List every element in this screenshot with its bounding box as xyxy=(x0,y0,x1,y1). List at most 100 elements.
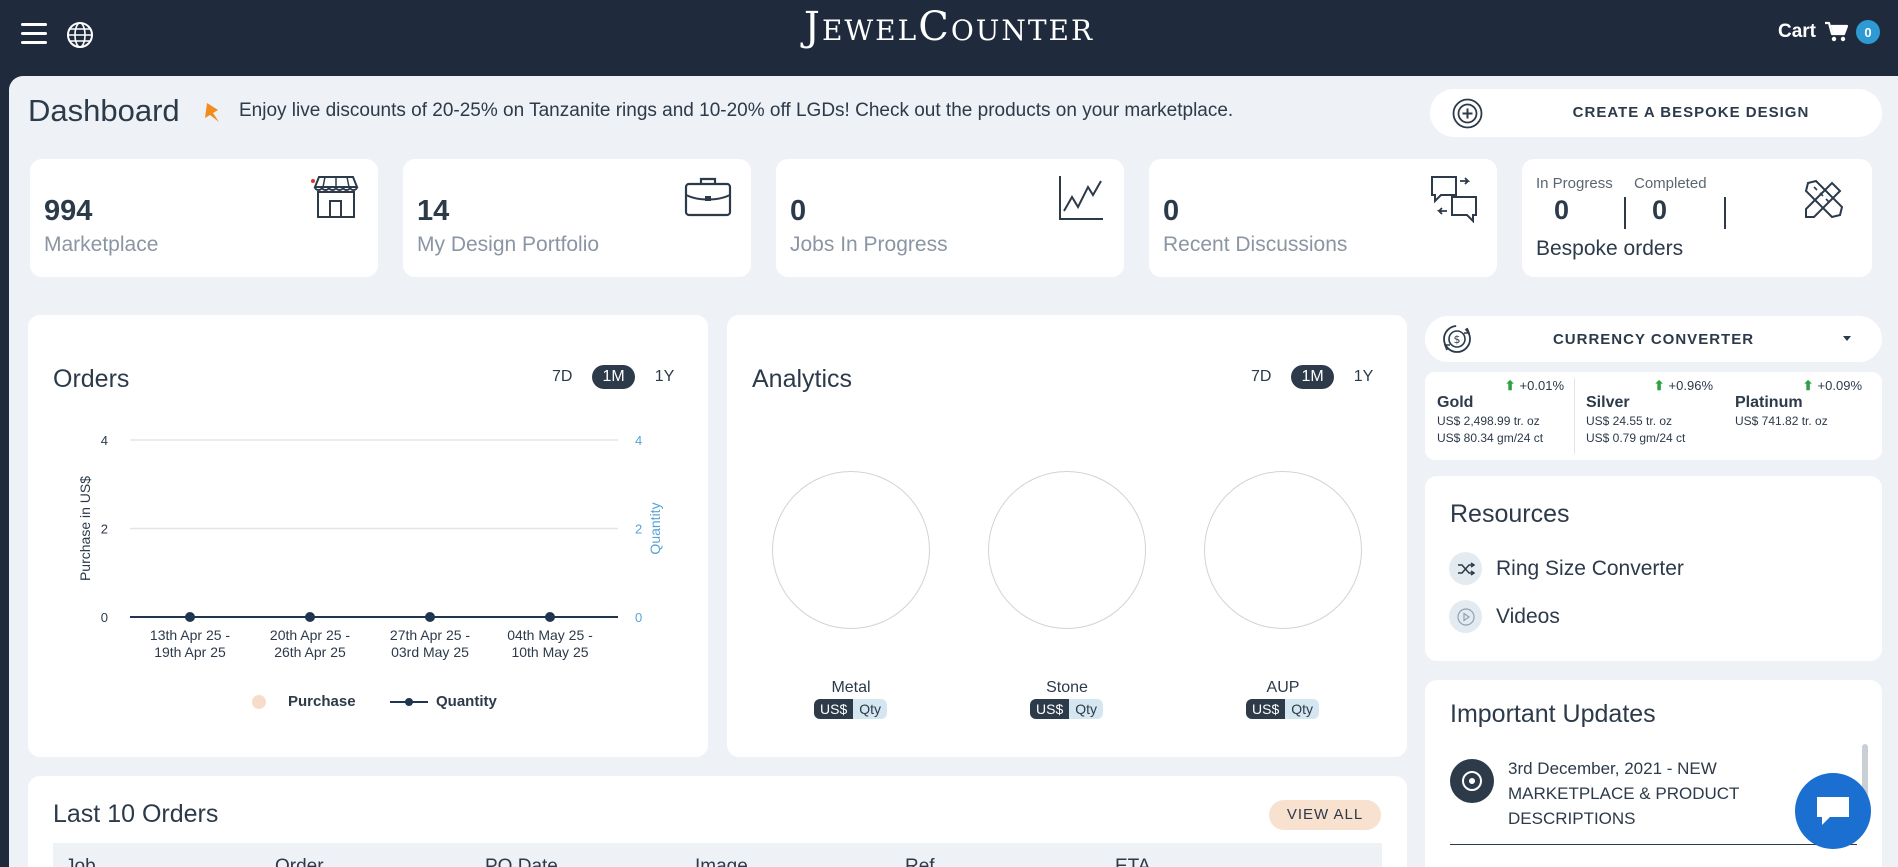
create-bespoke-design-button[interactable]: CREATE A BESPOKE DESIGN xyxy=(1430,89,1882,137)
page-title: Dashboard xyxy=(28,93,180,128)
silver-price-oz: US$ 24.55 tr. oz xyxy=(1586,414,1673,428)
legend-purchase-swatch xyxy=(252,694,266,709)
silver-change: ⬆ +0.96% xyxy=(1654,378,1713,394)
metal-label: Metal xyxy=(831,679,871,696)
store-icon xyxy=(311,176,359,218)
silver-price-gm: US$ 0.79 gm/24 ct xyxy=(1586,431,1686,445)
chevron-down-icon xyxy=(1843,336,1851,341)
cart-icon xyxy=(1825,21,1848,42)
aup-label: AUP xyxy=(1266,679,1300,696)
cart-button[interactable]: Cart 0 xyxy=(1778,20,1880,44)
y2-axis-title: Quantity xyxy=(647,502,663,554)
update-text: 3rd December, 2021 - NEW MARKETPLACE & P… xyxy=(1508,759,1740,828)
marketplace-label: Marketplace xyxy=(44,233,159,256)
promo-banner: Enjoy live discounts of 20-25% on Tanzan… xyxy=(239,100,1234,121)
usd-option[interactable]: US$ xyxy=(1030,699,1070,719)
stat-card-recent-discussions[interactable]: 0 Recent Discussions xyxy=(1149,159,1497,277)
last-orders-title: Last 10 Orders xyxy=(53,800,219,828)
logo[interactable]: JewelCounter xyxy=(0,4,1898,50)
stat-card-bespoke-orders[interactable]: In Progress Completed 0 0 Bespoke orders xyxy=(1522,159,1872,277)
shuffle-icon xyxy=(1449,552,1482,585)
gold-price-oz: US$ 2,498.99 tr. oz xyxy=(1437,414,1540,428)
metal-price-platinum: ⬆ +0.09% Platinum US$ 741.82 tr. oz xyxy=(1723,372,1872,460)
x-tick-label: 19th Apr 25 xyxy=(154,644,226,660)
range-1y[interactable]: 1Y xyxy=(1344,365,1384,389)
bespoke-completed-count: 0 xyxy=(1652,195,1668,225)
stat-card-jobs-in-progress[interactable]: 0 Jobs In Progress xyxy=(776,159,1124,277)
marketplace-count: 994 xyxy=(44,195,93,227)
completed-label: Completed xyxy=(1634,175,1707,192)
target-icon xyxy=(1450,759,1494,803)
stone-donut-chart xyxy=(988,471,1146,629)
divider xyxy=(1724,197,1726,229)
legend-quantity-label: Quantity xyxy=(436,693,497,710)
metal-price-gold: ⬆ +0.01% Gold US$ 2,498.99 tr. oz US$ 80.… xyxy=(1425,372,1574,460)
legend-purchase[interactable]: Purchase xyxy=(252,693,356,710)
column-header[interactable]: ETA xyxy=(1103,843,1313,867)
column-header[interactable]: PO Date xyxy=(473,843,683,867)
x-tick-label: 26th Apr 25 xyxy=(274,644,346,660)
analytics-range-selector: 7D 1M 1Y xyxy=(1241,365,1383,389)
column-header[interactable]: Image xyxy=(683,843,893,867)
divider xyxy=(1624,197,1626,229)
chat-icon xyxy=(1817,797,1849,825)
usd-option[interactable]: US$ xyxy=(814,699,854,719)
cart-count-badge: 0 xyxy=(1856,20,1880,44)
range-7d[interactable]: 7D xyxy=(1241,365,1281,389)
gold-change: ⬆ +0.01% xyxy=(1505,378,1564,394)
update-item[interactable]: 3rd December, 2021 - NEW MARKETPLACE & P… xyxy=(1450,756,1830,831)
currency-exchange-icon: $ xyxy=(1443,325,1471,353)
main-content: Dashboard Enjoy live discounts of 20-25%… xyxy=(9,76,1898,867)
videos-link[interactable]: Videos xyxy=(1449,600,1560,633)
stat-card-design-portfolio[interactable]: 14 My Design Portfolio xyxy=(403,159,751,277)
ring-size-converter-link[interactable]: Ring Size Converter xyxy=(1449,552,1684,585)
platinum-price-oz: US$ 741.82 tr. oz xyxy=(1735,414,1828,428)
column-header[interactable]: Ref xyxy=(893,843,1103,867)
arrow-up-icon: ⬆ xyxy=(1653,378,1665,393)
currency-converter-label: CURRENCY CONVERTER xyxy=(1552,331,1755,348)
legend-purchase-label: Purchase xyxy=(288,693,356,710)
important-updates-title: Important Updates xyxy=(1450,700,1656,728)
resources-card: Resources Ring Size Converter Videos xyxy=(1425,476,1882,661)
qty-option[interactable]: Qty xyxy=(1285,699,1320,719)
metal-prices-panel: ⬆ +0.01% Gold US$ 2,498.99 tr. oz US$ 80.… xyxy=(1425,372,1882,460)
platinum-change-value: +0.09% xyxy=(1817,378,1862,393)
quantity-point xyxy=(425,612,435,622)
recent-discussions-label: Recent Discussions xyxy=(1163,233,1348,256)
y-tick-label: 2 xyxy=(101,522,108,537)
column-header[interactable]: Job xyxy=(53,843,263,867)
play-icon xyxy=(1449,600,1482,633)
analytics-card: Analytics 7D 1M 1Y Metal Stone AUP US$ Q… xyxy=(727,315,1407,757)
svg-text:$: $ xyxy=(1454,333,1461,346)
recent-discussions-count: 0 xyxy=(1163,195,1180,227)
column-header[interactable]: Order xyxy=(263,843,473,867)
orders-card: Orders 7D 1M 1Y 0 2 4 0 2 4 Purchase in US$ Qua… xyxy=(28,315,708,757)
legend-quantity[interactable]: Quantity xyxy=(390,693,497,710)
aup-donut-chart xyxy=(1204,471,1362,629)
analytics-title: Analytics xyxy=(752,365,853,393)
chat-bubbles-icon xyxy=(1431,176,1477,223)
quantity-point xyxy=(305,612,315,622)
design-portfolio-label: My Design Portfolio xyxy=(417,233,600,256)
currency-converter-dropdown[interactable]: $ CURRENCY CONVERTER xyxy=(1425,316,1882,362)
stone-unit-toggle: US$ Qty xyxy=(1030,699,1104,719)
metal-donut-chart xyxy=(772,471,930,629)
live-chat-button[interactable] xyxy=(1795,773,1871,849)
y2-tick-label: 0 xyxy=(635,610,642,625)
gold-name: Gold xyxy=(1437,394,1474,411)
qty-option[interactable]: Qty xyxy=(853,699,888,719)
top-bar: JewelCounter Cart 0 xyxy=(0,0,1898,76)
platinum-name: Platinum xyxy=(1735,394,1803,411)
line-chart-icon xyxy=(1059,176,1103,220)
usd-option[interactable]: US$ xyxy=(1246,699,1286,719)
range-1m[interactable]: 1M xyxy=(1291,365,1334,389)
platinum-change: ⬆ +0.09% xyxy=(1803,378,1862,394)
view-all-button[interactable]: VIEW ALL xyxy=(1269,800,1381,830)
arrow-up-icon: ⬆ xyxy=(1802,378,1814,393)
y-axis-title: Purchase in US$ xyxy=(77,476,93,581)
metal-unit-toggle: US$ Qty xyxy=(814,699,888,719)
stat-card-marketplace[interactable]: 994 Marketplace xyxy=(30,159,378,277)
bespoke-orders-label: Bespoke orders xyxy=(1536,237,1684,260)
qty-option[interactable]: Qty xyxy=(1069,699,1104,719)
quantity-point xyxy=(185,612,195,622)
